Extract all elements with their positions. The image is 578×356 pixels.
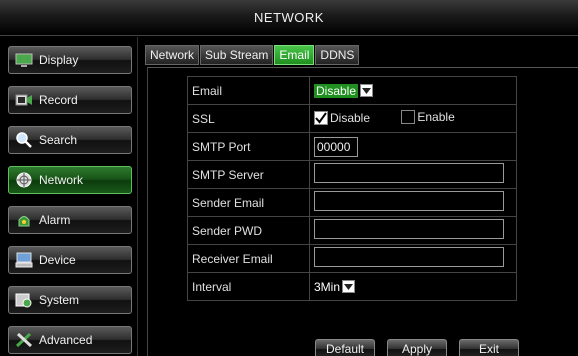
sidebar-item-search[interactable]: Search — [8, 126, 132, 154]
table-row: Sender Email — [187, 188, 517, 217]
chevron-down-icon[interactable] — [342, 280, 356, 293]
sender-email-cell — [309, 188, 517, 217]
sidebar-item-network[interactable]: Network — [8, 166, 132, 194]
tab-ddns[interactable]: DDNS — [315, 45, 360, 65]
tab-email[interactable]: Email — [274, 45, 315, 65]
smtp-port-cell: 00000 — [309, 132, 517, 161]
smtp-server-label: SMTP Server — [187, 160, 310, 189]
email-select-value: Disable — [314, 83, 359, 98]
sidebar-item-label: Record — [39, 93, 78, 107]
default-button[interactable]: Default — [315, 339, 375, 356]
tab-bar: Network Sub Stream Email DDNS — [145, 45, 360, 65]
table-row: SMTP Port 00000 — [187, 132, 517, 161]
apply-button[interactable]: Apply — [387, 339, 447, 356]
receiver-email-label: Receiver Email — [187, 244, 310, 273]
sender-pwd-input[interactable] — [314, 219, 504, 239]
tab-network[interactable]: Network — [145, 45, 200, 65]
email-cell: Disable — [309, 76, 517, 105]
ssl-disable-option[interactable]: Disable — [314, 111, 370, 125]
ssl-disable-label: Disable — [330, 111, 371, 125]
system-icon — [15, 292, 33, 308]
ssl-label: SSL — [187, 104, 310, 133]
sender-email-input[interactable] — [314, 191, 504, 211]
magnifier-icon — [15, 132, 33, 148]
sidebar-item-label: Alarm — [39, 213, 71, 227]
receiver-email-cell — [309, 244, 517, 273]
receiver-email-input[interactable] — [314, 247, 504, 267]
interval-select[interactable]: 3Min — [314, 279, 356, 294]
sidebar-item-display[interactable]: Display — [8, 46, 132, 74]
sidebar-item-advanced[interactable]: Advanced — [8, 326, 132, 354]
camera-icon — [15, 92, 33, 108]
email-label: Email — [187, 76, 310, 105]
interval-select-value: 3Min — [314, 279, 341, 294]
table-row: SSL Disable Enable — [187, 104, 517, 133]
table-row: Interval 3Min — [187, 272, 517, 301]
chevron-down-icon[interactable] — [360, 84, 374, 97]
sidebar-item-label: Display — [39, 53, 79, 67]
ssl-cell: Disable Enable — [309, 104, 517, 133]
sender-email-label: Sender Email — [187, 188, 310, 217]
sidebar-item-label: Network — [39, 173, 84, 187]
monitor-icon — [15, 52, 33, 68]
sender-pwd-cell — [309, 216, 517, 245]
email-settings-panel: Email Disable SSL Disable Enable SMTP Po… — [147, 67, 578, 356]
title-bar: NETWORK — [0, 0, 578, 36]
smtp-port-label: SMTP Port — [187, 132, 310, 161]
main-panel: Network Sub Stream Email DDNS Email Disa… — [139, 37, 578, 356]
table-row: Email Disable — [187, 76, 517, 105]
exit-button[interactable]: Exit — [459, 339, 519, 356]
sidebar-item-label: Device — [39, 253, 76, 267]
sidebar-item-device[interactable]: Device — [8, 246, 132, 274]
table-row: SMTP Server — [187, 160, 517, 189]
sidebar-item-label: Search — [39, 133, 78, 147]
sender-pwd-label: Sender PWD — [187, 216, 310, 245]
sidebar-item-alarm[interactable]: Alarm — [8, 206, 132, 234]
ssl-disable-checkbox[interactable] — [314, 111, 328, 125]
sidebar-item-record[interactable]: Record — [8, 86, 132, 114]
interval-label: Interval — [187, 272, 310, 301]
alarm-icon — [15, 212, 33, 228]
network-icon — [15, 172, 33, 188]
tab-sub-stream[interactable]: Sub Stream — [200, 45, 274, 65]
table-row: Sender PWD — [187, 216, 517, 245]
action-buttons: Default Apply Exit — [315, 339, 531, 356]
page-title: NETWORK — [254, 10, 324, 25]
sidebar: Display Record Search Network Alarm Devi… — [0, 37, 138, 356]
email-select[interactable]: Disable — [314, 83, 374, 98]
smtp-server-input[interactable] — [314, 163, 504, 183]
tools-icon — [15, 332, 33, 348]
ssl-enable-label: Enable — [417, 110, 455, 124]
sidebar-item-system[interactable]: System — [8, 286, 132, 314]
sidebar-item-label: Advanced — [39, 333, 93, 347]
table-row: Receiver Email — [187, 244, 517, 273]
interval-cell: 3Min — [309, 272, 517, 301]
device-icon — [15, 252, 33, 268]
sidebar-item-label: System — [39, 293, 80, 307]
ssl-enable-checkbox[interactable] — [401, 110, 416, 124]
smtp-port-input[interactable]: 00000 — [314, 136, 358, 157]
ssl-enable-option[interactable]: Enable — [401, 110, 455, 124]
smtp-server-cell — [309, 160, 517, 189]
email-settings-table: Email Disable SSL Disable Enable SMTP Po… — [187, 76, 517, 301]
